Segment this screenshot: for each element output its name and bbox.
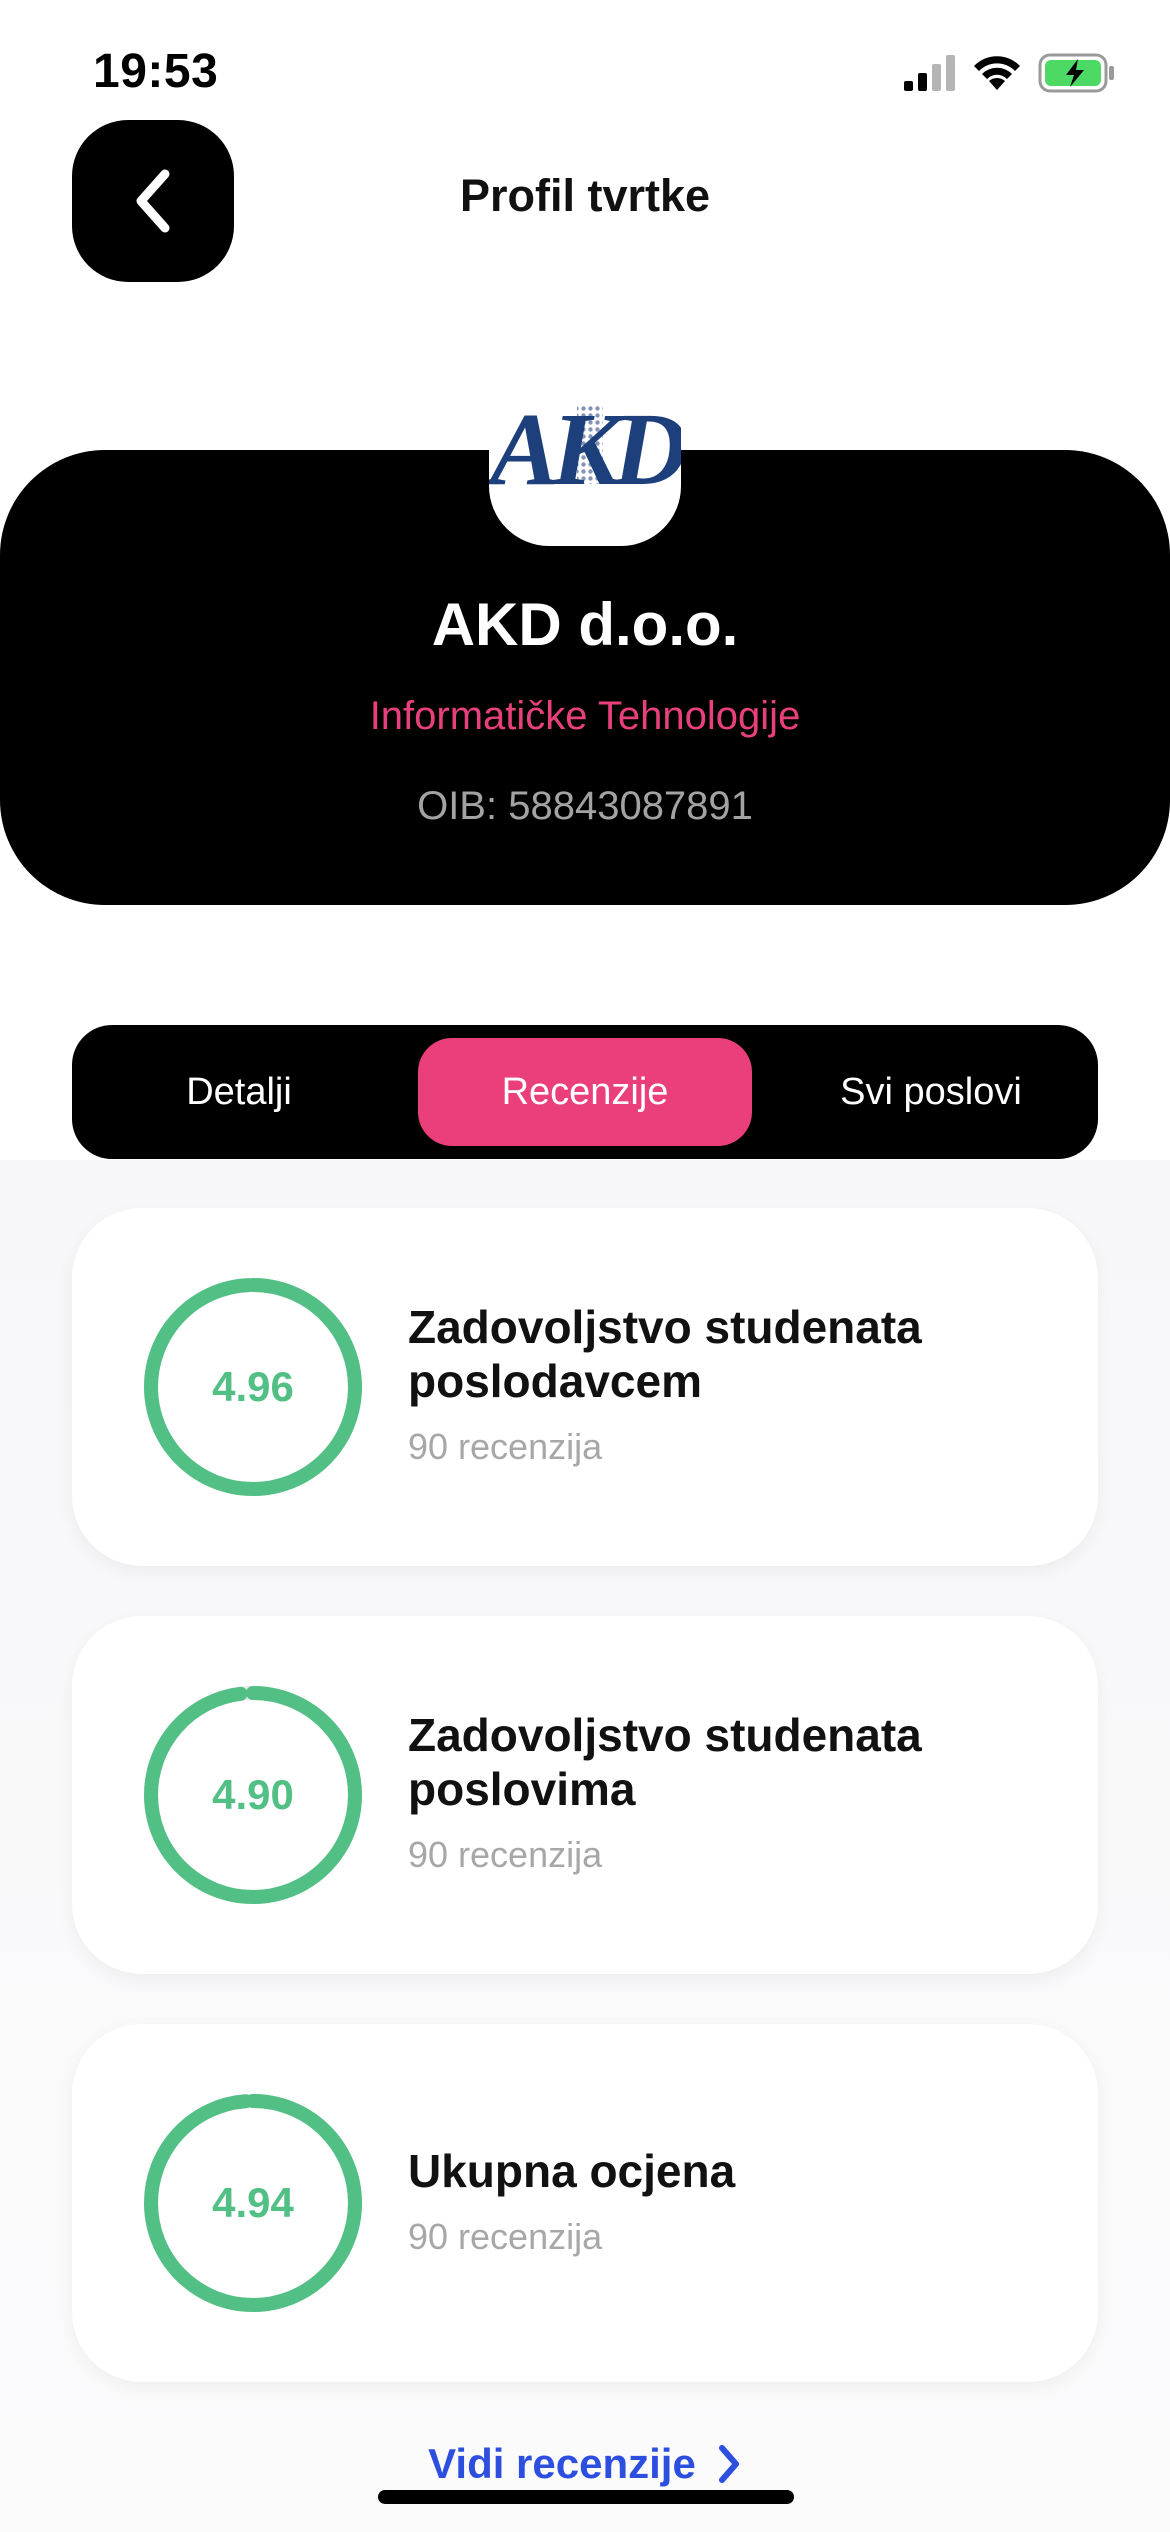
rating-card: 4.94 Ukupna ocjena 90 recenzija <box>72 2024 1098 2382</box>
cellular-signal-icon <box>904 55 955 91</box>
rating-card: 4.96 Zadovoljstvo studenata poslodavcem … <box>72 1208 1098 1566</box>
page-title: Profil tvrtke <box>459 170 711 221</box>
see-reviews-link[interactable]: Vidi recenzije <box>0 2440 1170 2488</box>
tab-detalji[interactable]: Detalji <box>72 1038 406 1146</box>
company-logo: AKD <box>489 398 681 546</box>
rating-text: Zadovoljstvo studenata poslovima 90 rece… <box>408 1708 1028 1876</box>
status-time: 19:53 <box>93 45 219 98</box>
tab-recenzije[interactable]: Recenzije <box>418 1038 752 1146</box>
rating-title: Ukupna ocjena <box>408 2145 736 2197</box>
status-icons <box>904 50 1116 96</box>
battery-charging-icon <box>1038 53 1114 93</box>
rating-title: Zadovoljstvo studenata poslovima <box>408 1709 922 1815</box>
company-category: Informatičke Tehnologije <box>369 694 801 738</box>
company-oib: OIB: 58843087891 <box>417 784 753 828</box>
rating-count: 90 recenzija <box>408 1426 603 1467</box>
chevron-right-icon <box>718 2445 739 2483</box>
screen: 19:53 Profil tvrtke AKD d.o.o. Informati… <box>0 0 1170 2532</box>
company-name: AKD d.o.o. <box>431 591 739 658</box>
rating-value: 4.90 <box>212 1771 294 1818</box>
rating-text: Zadovoljstvo studenata poslodavcem 90 re… <box>408 1300 1028 1468</box>
segmented-tabs: Detalji Recenzije Svi poslovi <box>72 1025 1098 1159</box>
rating-value: 4.96 <box>212 1363 294 1410</box>
rating-value: 4.94 <box>212 2179 294 2226</box>
home-indicator <box>378 2490 794 2504</box>
akd-logo: AKD <box>489 398 681 507</box>
rating-card: 4.90 Zadovoljstvo studenata poslovima 90… <box>72 1616 1098 1974</box>
rating-title: Zadovoljstvo studenata poslodavcem <box>408 1301 922 1407</box>
rating-text: Ukupna ocjena 90 recenzija <box>408 2144 1028 2258</box>
see-reviews-label: Vidi recenzije <box>428 2440 696 2487</box>
rating-count: 90 recenzija <box>408 1834 603 1875</box>
tab-svi-poslovi[interactable]: Svi poslovi <box>764 1038 1098 1146</box>
wifi-icon <box>974 56 1020 90</box>
rating-count: 90 recenzija <box>408 2216 603 2257</box>
